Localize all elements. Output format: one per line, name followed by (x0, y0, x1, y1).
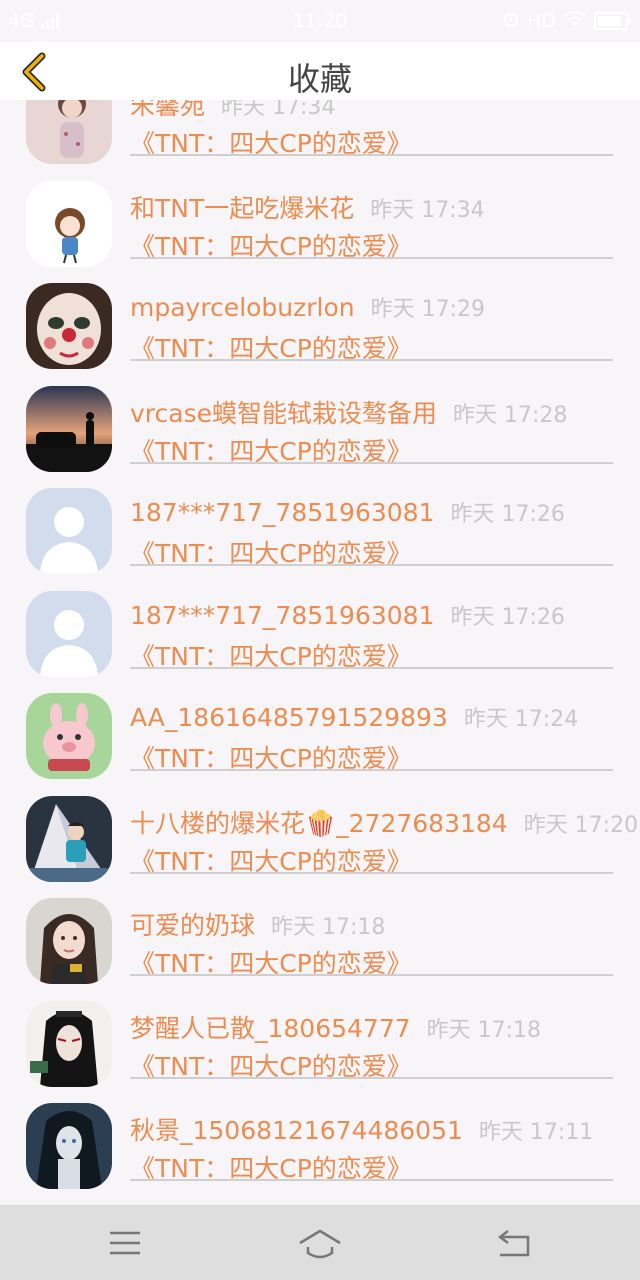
favorites-screen: 4G 11:20 HD 收藏 宋馨苑 昨天 17:34 《TNT：四大CP的恋爱… (0, 0, 640, 1280)
item-header: vrcase蟆智能轼栽设骜备用 昨天 17:28 (130, 394, 567, 430)
item-header: 秋景_15068121674486051 昨天 17:11 (130, 1111, 593, 1147)
anime-longhair-avatar[interactable] (26, 1103, 112, 1189)
favorite-item[interactable]: 梦醒人已散_180654777 昨天 17:18 《TNT：四大CP的恋爱》 (0, 1000, 640, 1104)
favorite-time: 昨天 17:34 (370, 197, 485, 223)
user-name[interactable]: 十八楼的爆米花🍿_2727683184 (130, 809, 508, 838)
row-divider (130, 256, 613, 259)
home-button[interactable] (298, 1223, 342, 1263)
row-divider (130, 154, 613, 156)
favorite-item[interactable]: AA_18616485791529893 昨天 17:24 《TNT：四大CP的恋… (0, 693, 640, 796)
wifi-icon (564, 10, 586, 32)
favorite-time: 昨天 17:18 (271, 915, 386, 940)
system-nav-bar (0, 1205, 640, 1280)
user-name[interactable]: 梦醒人已散_180654777 (130, 1014, 411, 1043)
row-divider (130, 359, 613, 361)
user-name[interactable]: 可爱的奶球 (130, 911, 255, 940)
item-header: 可爱的奶球 昨天 17:18 (130, 906, 385, 942)
row-divider (130, 461, 613, 464)
user-name[interactable]: 和TNT一起吃爆米花 (130, 194, 354, 223)
menu-button[interactable] (104, 1223, 148, 1263)
favorite-item[interactable]: 187***717_7851963081 昨天 17:26 《TNT：四大CP的恋… (0, 488, 640, 591)
girl-drawing-avatar[interactable] (26, 100, 112, 164)
user-name[interactable]: mpayrcelobuzrlon (130, 293, 355, 322)
home-icon (299, 1229, 341, 1259)
battery-icon (594, 12, 631, 30)
app-header: 收藏 (0, 42, 640, 100)
girl-photo-avatar[interactable] (26, 898, 112, 984)
row-divider (130, 871, 613, 874)
favorite-time: 昨天 17:34 (221, 100, 336, 120)
row-divider (130, 666, 613, 669)
row-divider (130, 769, 613, 771)
user-name[interactable]: AA_18616485791529893 (130, 703, 448, 732)
item-header: 187***717_7851963081 昨天 17:26 (130, 496, 565, 528)
item-header: 十八楼的爆米花🍿_2727683184 昨天 17:20 (130, 804, 638, 840)
favorite-time: 昨天 17:20 (523, 812, 639, 838)
favorite-time: 昨天 17:11 (478, 1120, 594, 1145)
row-divider (130, 1076, 613, 1079)
default-user-avatar[interactable] (26, 488, 112, 574)
favorite-item[interactable]: 宋馨苑 昨天 17:34 《TNT：四大CP的恋爱》 (0, 100, 640, 181)
item-header: mpayrcelobuzrlon 昨天 17:29 (130, 291, 485, 323)
favorite-time: 昨天 17:28 (453, 402, 568, 428)
user-name[interactable]: 187***717_7851963081 (130, 601, 435, 630)
item-header: AA_18616485791529893 昨天 17:24 (130, 701, 578, 733)
status-bar: 4G 11:20 HD (0, 0, 640, 42)
back-nav-button[interactable] (494, 1223, 538, 1263)
anime-swordsman-avatar[interactable] (26, 1000, 112, 1087)
status-icons: HD (503, 10, 631, 32)
tent-boy-avatar[interactable] (26, 795, 112, 882)
item-header: 宋馨苑 昨天 17:34 (130, 100, 335, 122)
sunset-car-avatar[interactable] (26, 385, 112, 472)
hd-badge: HD (527, 10, 556, 32)
back-arrow-icon (497, 1230, 530, 1257)
default-user-avatar[interactable] (26, 590, 112, 677)
alarm-icon (503, 10, 519, 32)
pink-pig-avatar[interactable] (26, 693, 112, 779)
row-divider (130, 974, 613, 976)
favorite-item[interactable]: vrcase蟆智能轼栽设骜备用 昨天 17:28 《TNT：四大CP的恋爱》 (0, 385, 640, 489)
menu-icon (110, 1231, 140, 1255)
user-name[interactable]: 187***717_7851963081 (130, 498, 435, 527)
favorite-item[interactable]: 秋景_15068121674486051 昨天 17:11 《TNT：四大CP的恋… (0, 1103, 640, 1205)
user-name[interactable]: vrcase蟆智能轼栽设骜备用 (130, 399, 437, 428)
favorite-item[interactable]: 十八楼的爆米花🍿_2727683184 昨天 17:20 《TNT：四大CP的恋爱… (0, 795, 640, 899)
favorite-time: 昨天 17:26 (450, 604, 565, 630)
cartoon-girl-avatar[interactable] (26, 180, 112, 267)
favorite-time: 昨天 17:24 (463, 707, 579, 732)
row-divider (130, 564, 613, 566)
clown-face-avatar[interactable] (26, 283, 112, 369)
favorite-item[interactable]: 和TNT一起吃爆米花 昨天 17:34 《TNT：四大CP的恋爱》 (0, 180, 640, 284)
favorite-item[interactable]: 187***717_7851963081 昨天 17:26 《TNT：四大CP的恋… (0, 590, 640, 694)
user-name[interactable]: 宋馨苑 (130, 100, 205, 120)
favorite-time: 昨天 17:29 (370, 297, 486, 322)
favorites-list: 宋馨苑 昨天 17:34 《TNT：四大CP的恋爱》 和TNT一起吃爆米花 昨天 1… (0, 100, 640, 1205)
favorite-time: 昨天 17:18 (426, 1017, 542, 1043)
favorite-item[interactable]: mpayrcelobuzrlon 昨天 17:29 《TNT：四大CP的恋爱》 (0, 283, 640, 386)
favorite-item[interactable]: 可爱的奶球 昨天 17:18 《TNT：四大CP的恋爱》 (0, 898, 640, 1001)
row-divider (130, 1179, 613, 1181)
favorite-time: 昨天 17:26 (450, 502, 565, 527)
item-header: 和TNT一起吃爆米花 昨天 17:34 (130, 189, 485, 225)
item-header: 187***717_7851963081 昨天 17:26 (130, 599, 565, 631)
user-name[interactable]: 秋景_15068121674486051 (130, 1116, 463, 1145)
item-header: 梦醒人已散_180654777 昨天 17:18 (130, 1009, 541, 1045)
page-title: 收藏 (287, 60, 352, 98)
